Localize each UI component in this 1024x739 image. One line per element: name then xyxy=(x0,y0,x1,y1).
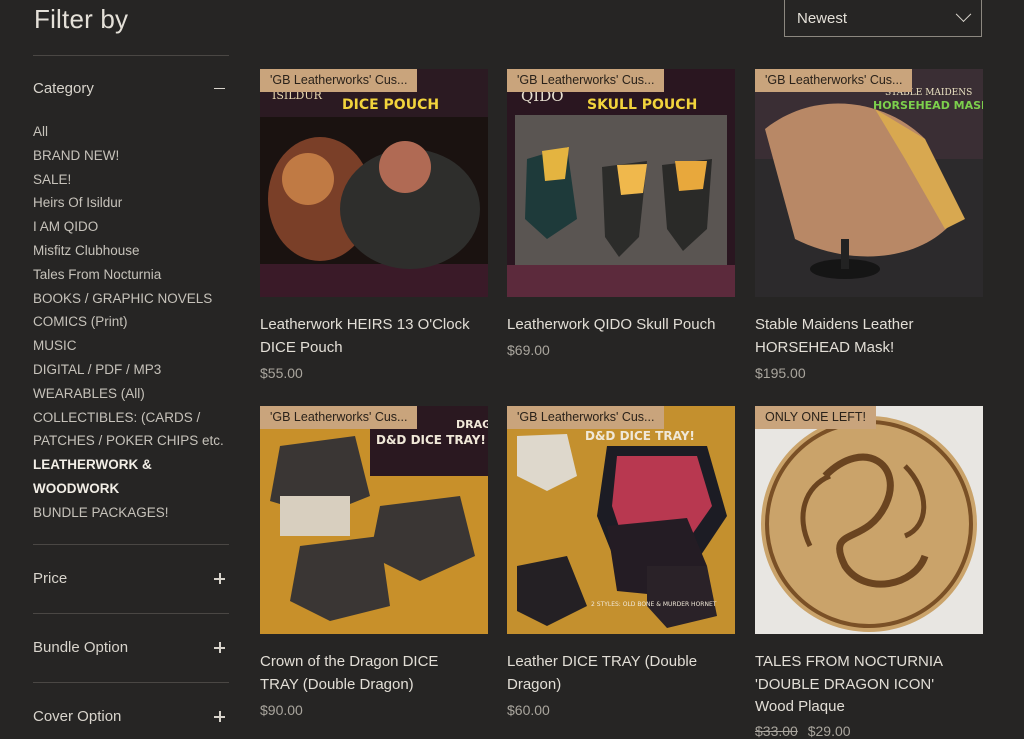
category-item-wearables[interactable]: WEARABLES (All) xyxy=(33,382,233,406)
divider xyxy=(33,613,229,614)
product-card[interactable]: ONLY ONE LEFT! TALES FROM NOCTURNIA 'DOU… xyxy=(755,406,983,739)
category-item-tales-from-nocturnia[interactable]: Tales From Nocturnia xyxy=(33,263,233,287)
product-name[interactable]: Crown of the Dragon DICE TRAY (Double Dr… xyxy=(260,651,488,696)
cover-option-label: Cover Option xyxy=(33,708,122,725)
divider xyxy=(33,544,229,545)
category-list: All BRAND NEW! SALE! Heirs Of Isildur I … xyxy=(33,120,233,525)
product-ribbon: 'GB Leatherworks' Cus... xyxy=(260,69,418,92)
product-image[interactable]: QIDO SKULL POUCH xyxy=(507,69,735,297)
product-name-line: Leatherwork HEIRS 13 O'Clock xyxy=(260,316,470,333)
product-price: $60.00 xyxy=(507,702,550,718)
category-item-sale[interactable]: SALE! xyxy=(33,168,233,192)
cover-option-section-toggle[interactable]: Cover Option xyxy=(33,708,229,725)
category-item-comics[interactable]: COMICS (Print) xyxy=(33,310,233,334)
product-price: $55.00 xyxy=(260,365,303,381)
category-item-brand-new[interactable]: BRAND NEW! xyxy=(33,144,233,168)
product-card[interactable]: STABLE MAIDENS HORSEHEAD MASK 'GB Leathe… xyxy=(755,69,983,399)
filter-title: Filter by xyxy=(34,4,129,34)
collapse-icon xyxy=(214,87,225,90)
product-name-line: TRAY (Double Dragon) xyxy=(260,675,414,693)
category-item-misfitz-clubhouse[interactable]: Misfitz Clubhouse xyxy=(33,239,233,263)
image-text: D&D DICE TRAY! xyxy=(585,429,695,443)
product-name[interactable]: TALES FROM NOCTURNIA 'DOUBLE DRAGON ICON… xyxy=(755,651,983,719)
sort-selected-value: Newest xyxy=(797,9,848,27)
image-text: DRAGON xyxy=(456,418,488,431)
product-card[interactable]: QIDO SKULL POUCH 'GB Leatherworks' Cus..… xyxy=(507,69,735,369)
image-text: D&D DICE TRAY! xyxy=(376,433,486,447)
chevron-down-icon xyxy=(955,5,972,22)
category-item-books[interactable]: BOOKS / GRAPHIC NOVELS xyxy=(33,287,233,311)
product-name-line: TALES FROM NOCTURNIA xyxy=(755,653,944,670)
product-price: $195.00 xyxy=(755,365,806,381)
product-ribbon: 'GB Leatherworks' Cus... xyxy=(507,406,665,429)
image-text: HORSEHEAD MASK xyxy=(873,99,983,112)
product-image[interactable]: ISILDUR DICE POUCH xyxy=(260,69,488,297)
image-text: DICE POUCH xyxy=(342,97,439,113)
product-name-line: Dragon) xyxy=(507,675,562,693)
product-ribbon: 'GB Leatherworks' Cus... xyxy=(507,69,665,92)
product-card[interactable]: ISILDUR DICE POUCH 'GB Leatherworks' Cus… xyxy=(260,69,488,399)
category-item-bundle-packages[interactable]: BUNDLE PACKAGES! xyxy=(33,501,233,525)
product-name-line: Crown of the Dragon DICE xyxy=(260,653,439,670)
bundle-option-label: Bundle Option xyxy=(33,639,129,656)
category-item-woodwork[interactable]: WOODWORK xyxy=(33,477,233,501)
product-name[interactable]: Stable Maidens Leather HORSEHEAD Mask! xyxy=(755,314,983,359)
product-name[interactable]: Leatherwork QIDO Skull Pouch xyxy=(507,314,735,337)
product-card[interactable]: D&D DICE TRAY! 2 STYLES: OLD BONE & MURD… xyxy=(507,406,735,737)
product-price: $90.00 xyxy=(260,702,303,718)
category-item-collectibles-cont[interactable]: PATCHES / POKER CHIPS etc. xyxy=(33,429,233,453)
category-section-toggle[interactable]: Category xyxy=(33,80,229,97)
category-item-digital[interactable]: DIGITAL / PDF / MP3 xyxy=(33,358,233,382)
product-ribbon: 'GB Leatherworks' Cus... xyxy=(260,406,418,429)
price-section-toggle[interactable]: Price xyxy=(33,570,229,587)
product-name[interactable]: Leather DICE TRAY (Double Dragon) xyxy=(507,651,735,696)
product-name-line: Leatherwork QIDO Skull Pouch xyxy=(507,316,716,333)
divider xyxy=(33,682,229,683)
product-image[interactable]: STABLE MAIDENS HORSEHEAD MASK xyxy=(755,69,983,297)
product-name-line: Wood Plaque xyxy=(755,698,845,715)
expand-icon xyxy=(214,573,225,584)
product-image[interactable] xyxy=(755,406,983,634)
category-item-music[interactable]: MUSIC xyxy=(33,334,233,358)
product-name-line: Leather DICE TRAY (Double xyxy=(507,653,698,670)
category-item-heirs-of-isildur[interactable]: Heirs Of Isildur xyxy=(33,191,233,215)
expand-icon xyxy=(214,711,225,722)
category-item-i-am-qido[interactable]: I AM QIDO xyxy=(33,215,233,239)
product-name-line: DICE Pouch xyxy=(260,338,343,356)
product-image[interactable]: D&D DICE TRAY! 2 STYLES: OLD BONE & MURD… xyxy=(507,406,735,634)
product-price: $69.00 xyxy=(507,342,550,358)
product-card[interactable]: DRAGON D&D DICE TRAY! 'GB Leatherworks' … xyxy=(260,406,488,737)
divider xyxy=(33,55,229,56)
category-item-leatherwork[interactable]: LEATHERWORK & xyxy=(33,453,233,477)
product-ribbon: ONLY ONE LEFT! xyxy=(755,406,876,429)
product-name-line: 'DOUBLE DRAGON ICON' xyxy=(755,675,935,693)
product-image[interactable]: DRAGON D&D DICE TRAY! xyxy=(260,406,488,634)
category-item-collectibles[interactable]: COLLECTIBLES: (CARDS / xyxy=(33,406,233,430)
expand-icon xyxy=(214,642,225,653)
product-ribbon: 'GB Leatherworks' Cus... xyxy=(755,69,913,92)
category-item-all[interactable]: All xyxy=(33,120,233,144)
price-label: Price xyxy=(33,570,68,587)
image-text: SKULL POUCH xyxy=(587,97,697,113)
image-text: 2 STYLES: OLD BONE & MURDER HORNET xyxy=(591,601,717,608)
category-label: Category xyxy=(33,80,94,97)
product-name-line: HORSEHEAD Mask! xyxy=(755,338,895,356)
product-name[interactable]: Leatherwork HEIRS 13 O'Clock DICE Pouch xyxy=(260,314,488,359)
bundle-option-section-toggle[interactable]: Bundle Option xyxy=(33,639,229,656)
sort-dropdown[interactable]: Newest xyxy=(784,0,982,37)
product-name-line: Stable Maidens Leather xyxy=(755,316,914,333)
